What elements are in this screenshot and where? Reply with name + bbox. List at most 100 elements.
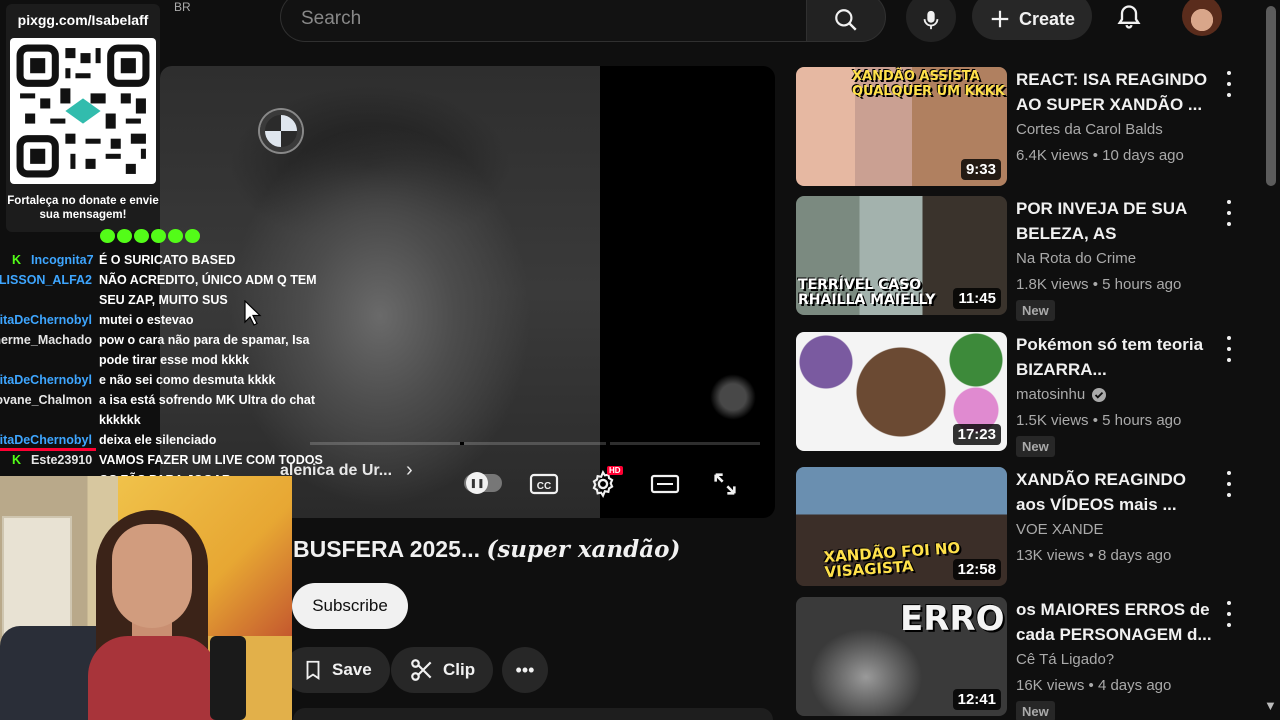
rec-thumbnail[interactable]: XANDÃO ASSISTA QUALQUER UM KKKK 9:33 bbox=[796, 67, 1007, 186]
chat-username[interactable]: K Incognita7 bbox=[12, 250, 94, 270]
rec-title[interactable]: os MAIORES ERROS de cada PERSONAGEM d... bbox=[1016, 597, 1212, 647]
rec-channel[interactable]: Cortes da Carol Balds bbox=[1016, 121, 1163, 138]
description-panel[interactable] bbox=[293, 708, 773, 720]
scroll-down-arrow-icon[interactable]: ▼ bbox=[1264, 698, 1277, 713]
chat-username[interactable]: eovane_Chalmon bbox=[0, 390, 92, 410]
subtitles-button[interactable]: CC bbox=[528, 470, 560, 498]
more-actions-button[interactable]: ••• bbox=[502, 647, 548, 693]
notifications-button[interactable] bbox=[1108, 0, 1150, 38]
chat-message-text: mutei o estevao bbox=[99, 313, 194, 327]
chat-username[interactable]: herme_Machado bbox=[0, 330, 92, 350]
plus-icon bbox=[991, 10, 1009, 28]
new-badge: New bbox=[1016, 300, 1055, 321]
autoplay-toggle[interactable]: ❚❚ bbox=[464, 472, 502, 494]
chat-username-text: herme_Machado bbox=[0, 333, 92, 347]
duration-badge: 17:23 bbox=[952, 424, 1001, 445]
chat-username[interactable]: ALISSON_ALFA2 bbox=[0, 270, 92, 290]
rec-channel[interactable]: Na Rota do Crime bbox=[1016, 250, 1136, 267]
rec-thumbnail[interactable]: TERRÍVEL CASO RHAILLA MAIELLY 11:45 bbox=[796, 196, 1007, 315]
closed-captions-icon: CC bbox=[529, 473, 559, 495]
rec-thumbnail[interactable]: 17:23 bbox=[796, 332, 1007, 451]
chat-message: eovane_Chalmon a isa está sofrendo MK Ult… bbox=[0, 390, 340, 430]
rec-thumbnail[interactable]: XANDÃO FOI NO VISAGISTA 12:58 bbox=[796, 467, 1007, 586]
chat-message: herme_Machado pow o cara não para de spam… bbox=[0, 330, 340, 370]
donation-caption: Fortaleça no donate e envie sua mensagem… bbox=[7, 195, 159, 221]
chat-message-text: NÃO ACREDITO, ÚNICO ADM Q TEM SEU ZAP, M… bbox=[99, 273, 317, 307]
chat-message-text: deixa ele silenciado bbox=[99, 433, 217, 447]
chat-username-text: Este23910 bbox=[31, 453, 93, 467]
chat-message-text: pow o cara não para de spamar, Isa pode … bbox=[99, 333, 310, 367]
kebab-menu-icon[interactable] bbox=[1221, 601, 1237, 627]
kebab-menu-icon[interactable] bbox=[1221, 471, 1237, 497]
chat-username[interactable]: sitaDeChernobyl bbox=[0, 430, 92, 450]
microphone-icon bbox=[923, 10, 939, 30]
account-avatar[interactable] bbox=[1182, 0, 1222, 36]
duration-badge: 12:58 bbox=[952, 559, 1001, 580]
rec-video[interactable]: ERRO 12:41 os MAIORES ERROS de cada PERS… bbox=[796, 597, 1256, 720]
more-horizontal-icon: ••• bbox=[515, 659, 535, 680]
save-button[interactable]: Save bbox=[284, 647, 390, 693]
rec-video[interactable]: 17:23 Pokémon só tem teoria BIZARRA... m… bbox=[796, 332, 1256, 457]
rec-video[interactable]: TERRÍVEL CASO RHAILLA MAIELLY 11:45 POR … bbox=[796, 196, 1256, 321]
chat-divider bbox=[0, 448, 96, 451]
scrollbar-thumb[interactable] bbox=[1266, 6, 1276, 186]
video-title: BUSFERA 2025... (super xandão) bbox=[293, 536, 680, 563]
chat-username-text: eovane_Chalmon bbox=[0, 393, 92, 407]
rec-video[interactable]: XANDÃO FOI NO VISAGISTA 12:58 XANDÃO REA… bbox=[796, 467, 1256, 587]
kebab-menu-icon[interactable] bbox=[1221, 336, 1237, 362]
chat-message: ALISSON_ALFA2 NÃO ACREDITO, ÚNICO ADM Q T… bbox=[0, 270, 340, 310]
thumbnail-text: TERRÍVEL CASO RHAILLA MAIELLY bbox=[798, 277, 936, 308]
chat-username-text: Incognita7 bbox=[31, 253, 94, 267]
rec-video[interactable]: XANDÃO ASSISTA QUALQUER UM KKKK 9:33 REA… bbox=[796, 67, 1256, 187]
voice-search-button[interactable] bbox=[906, 0, 956, 42]
kick-badge-icon: K bbox=[12, 453, 22, 467]
rec-channel[interactable]: VOE XANDE bbox=[1016, 521, 1104, 538]
thumbnail-text: XANDÃO ASSISTA QUALQUER UM KKKK bbox=[852, 69, 1005, 99]
scissors-icon bbox=[411, 659, 432, 681]
rec-title[interactable]: POR INVEJA DE SUA BELEZA, AS PRÓPRIA... bbox=[1016, 196, 1212, 248]
create-button[interactable]: Create bbox=[972, 0, 1092, 40]
chat-username-text: sitaDeChernobyl bbox=[0, 373, 92, 387]
kebab-menu-icon[interactable] bbox=[1221, 200, 1237, 226]
chat-username[interactable]: K Este23910 bbox=[12, 450, 92, 470]
progress-bar[interactable] bbox=[310, 442, 760, 445]
chat-message: sitaDeChernobyl deixa ele silenciado bbox=[0, 430, 340, 450]
donation-qr-card: pixgg.com/Isabelaff Fortaleça no donate … bbox=[6, 4, 160, 232]
duration-badge: 11:45 bbox=[953, 288, 1001, 309]
webcam-streamer-body bbox=[88, 636, 218, 720]
rec-title[interactable]: XANDÃO REAGINDO aos VÍDEOS mais ... bbox=[1016, 467, 1212, 517]
subscribe-button[interactable]: Subscribe bbox=[292, 583, 408, 629]
chat-message: K Incognita7 É O SURICATO BASED bbox=[0, 250, 340, 270]
rec-meta: 16K views • 4 days ago bbox=[1016, 677, 1172, 694]
search-input[interactable] bbox=[281, 0, 807, 41]
stream-chat-overlay: K Incognita7 É O SURICATO BASED ALISSON_ALF… bbox=[0, 226, 340, 487]
fullscreen-button[interactable] bbox=[709, 470, 741, 498]
settings-button[interactable]: HD bbox=[587, 466, 623, 498]
clip-button[interactable]: Clip bbox=[391, 647, 494, 693]
rec-title[interactable]: Pokémon só tem teoria BIZARRA... bbox=[1016, 332, 1212, 382]
theater-mode-button[interactable] bbox=[649, 470, 681, 498]
bookmark-icon bbox=[306, 660, 320, 680]
search-box[interactable] bbox=[280, 0, 807, 42]
svg-text:CC: CC bbox=[537, 481, 551, 492]
create-label: Create bbox=[1018, 8, 1076, 29]
rec-thumbnail[interactable]: ERRO 12:41 bbox=[796, 597, 1007, 716]
rec-meta: 1.8K views • 5 hours ago bbox=[1016, 276, 1182, 293]
rec-title[interactable]: REACT: ISA REAGINDO AO SUPER XANDÃO ... bbox=[1016, 67, 1212, 117]
webcam-streamer-face bbox=[112, 524, 192, 628]
new-badge: New bbox=[1016, 436, 1055, 457]
qr-code-icon bbox=[16, 44, 150, 178]
rec-channel[interactable]: Cê Tá Ligado? bbox=[1016, 651, 1114, 668]
search-button[interactable] bbox=[806, 0, 886, 42]
video-title-styled: (super xandão) bbox=[486, 536, 681, 563]
theater-mode-icon bbox=[650, 474, 680, 494]
chat-username[interactable]: sitaDeChernobyl bbox=[0, 310, 92, 330]
rec-channel-name: VOE XANDE bbox=[1016, 521, 1104, 538]
mouse-cursor-icon bbox=[244, 300, 262, 326]
chat-username-text: sitaDeChernobyl bbox=[0, 433, 92, 447]
rec-channel[interactable]: matosinhu bbox=[1016, 386, 1107, 403]
kebab-menu-icon[interactable] bbox=[1221, 71, 1237, 97]
chat-username[interactable]: sitaDeChernobyl bbox=[0, 370, 92, 390]
chevron-right-icon[interactable]: › bbox=[406, 459, 413, 482]
fullscreen-icon bbox=[714, 473, 736, 495]
